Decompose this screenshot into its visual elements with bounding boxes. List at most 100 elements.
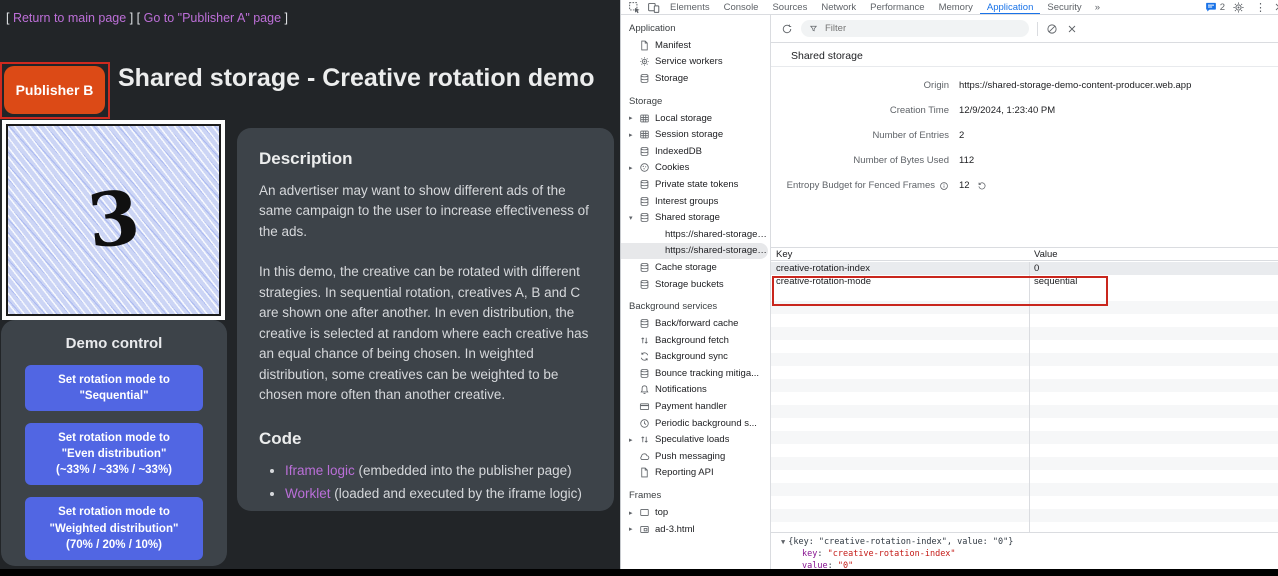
sidebar-item-private-state-tokens[interactable]: Private state tokens <box>621 176 768 193</box>
sidebar-item-interest-groups[interactable]: Interest groups <box>621 193 768 210</box>
reset-budget-icon[interactable] <box>977 181 987 191</box>
chevron-right-icon[interactable]: ▸ <box>629 164 639 172</box>
sidebar-item-label: Interest groups <box>655 196 718 207</box>
set-rotation-weighted-distribution-button[interactable]: Set rotation mode to"Weighted distributi… <box>25 497 203 559</box>
meta-label: Entropy Budget for Fenced Frames <box>779 180 949 191</box>
sidebar-item-top[interactable]: ▸ top <box>621 504 768 521</box>
sidebar-item-storage[interactable]: Storage <box>621 70 768 87</box>
more-tabs-chevron[interactable]: » <box>1089 2 1106 13</box>
sidebar-item-label: Notifications <box>655 384 707 395</box>
clear-all-icon[interactable] <box>1046 23 1058 35</box>
sidebar-item-label: top <box>655 507 668 518</box>
demo-control-panel: Demo control Set rotation mode to"Sequen… <box>1 320 227 566</box>
code-list-item: Worklet (loaded and executed by the ifra… <box>285 484 592 505</box>
meta-row-creation-time: Creation Time12/9/2024, 1:23:40 PM <box>771 98 1278 123</box>
tab-security[interactable]: Security <box>1040 0 1088 15</box>
tab-elements[interactable]: Elements <box>663 0 717 15</box>
bell-icon <box>639 384 650 395</box>
filter-input[interactable] <box>823 22 1021 35</box>
sidebar-item-local-storage[interactable]: ▸Local storage <box>621 110 768 127</box>
tab-network[interactable]: Network <box>814 0 863 15</box>
sidebar-item-shared-storage[interactable]: ▾Shared storage <box>621 209 768 226</box>
publisher-a-link[interactable]: [ Go to "Publisher A" page ] <box>137 11 288 25</box>
sidebar-item-notifications[interactable]: Notifications <box>621 382 768 399</box>
frame-icon <box>639 507 650 518</box>
delete-selected-icon[interactable] <box>1066 23 1078 35</box>
inspect-element-icon[interactable] <box>628 1 641 14</box>
sidebar-item-cookies[interactable]: ▸Cookies <box>621 160 768 177</box>
sidebar-item-https-shared-storage-d[interactable]: https://shared-storage-d... <box>621 226 768 243</box>
info-icon[interactable] <box>939 181 949 191</box>
sidebar-item-background-sync[interactable]: Background sync <box>621 349 768 366</box>
return-main-link[interactable]: [ Return to main page ] <box>6 11 133 25</box>
sidebar-item-label: https://shared-storage-d... <box>665 245 768 256</box>
tab-performance[interactable]: Performance <box>863 0 931 15</box>
sidebar-item-indexeddb[interactable]: IndexedDB <box>621 143 768 160</box>
sidebar-item-reporting-api[interactable]: Reporting API <box>621 465 768 482</box>
sidebar-item-push-messaging[interactable]: Push messaging <box>621 448 768 465</box>
database-icon <box>639 212 650 223</box>
table-row-creative-rotation-index[interactable]: creative-rotation-index0 <box>771 262 1278 275</box>
sidebar-item-payment-handler[interactable]: Payment handler <box>621 398 768 415</box>
cloud-icon <box>639 451 650 462</box>
sidebar-item-back-forward-cache[interactable]: Back/forward cache <box>621 315 768 332</box>
chevron-right-icon[interactable]: ▸ <box>629 509 639 517</box>
preview-entry-key: key: "creative-rotation-index" <box>781 548 1278 560</box>
issues-button[interactable]: 2 <box>1205 1 1225 13</box>
chevron-down-icon[interactable]: ▾ <box>629 214 639 222</box>
chevron-right-icon[interactable]: ▸ <box>629 131 639 139</box>
device-toolbar-icon[interactable] <box>647 1 660 14</box>
preview-summary-line[interactable]: ▼{key: "creative-rotation-index", value:… <box>781 536 1278 548</box>
sidebar-section-frames: Frames <box>621 487 770 504</box>
page-title: Shared storage - Creative rotation demo <box>118 64 595 93</box>
database-icon <box>639 196 650 207</box>
sidebar-item-ad-3-html[interactable]: ▸ad-3.html <box>621 521 768 538</box>
iframe-logic-link[interactable]: Iframe logic <box>285 463 355 478</box>
creative-number: 3 <box>84 181 143 260</box>
sidebar-item-session-storage[interactable]: ▸Session storage <box>621 126 768 143</box>
table-icon <box>639 113 650 124</box>
database-icon <box>639 179 650 190</box>
clock-icon <box>639 418 650 429</box>
chevron-right-icon[interactable]: ▸ <box>629 525 639 533</box>
kebab-menu-icon[interactable]: ⋮ <box>1252 1 1269 14</box>
sidebar-item-bounce-tracking-mitiga[interactable]: Bounce tracking mitiga... <box>621 365 768 382</box>
description-paragraph: In this demo, the creative can be rotate… <box>259 262 592 406</box>
chevron-down-icon[interactable]: ▼ <box>781 538 785 546</box>
sync-icon <box>639 351 650 362</box>
sidebar-item-speculative-loads[interactable]: ▸Speculative loads <box>621 431 768 448</box>
table-icon <box>639 129 650 140</box>
worklet-link[interactable]: Worklet <box>285 486 331 501</box>
tab-memory[interactable]: Memory <box>932 0 980 15</box>
sidebar-item-label: Back/forward cache <box>655 318 738 329</box>
set-rotation-even-distribution-button[interactable]: Set rotation mode to"Even distribution"(… <box>25 423 203 485</box>
tab-sources[interactable]: Sources <box>765 0 814 15</box>
sidebar-item-https-shared-storage-d[interactable]: https://shared-storage-d... <box>621 243 768 260</box>
sidebar-item-periodic-background-s[interactable]: Periodic background s... <box>621 415 768 432</box>
column-value-header[interactable]: Value <box>1029 249 1278 260</box>
database-icon <box>639 262 650 273</box>
table-row-creative-rotation-mode[interactable]: creative-rotation-modesequential <box>771 275 1278 288</box>
sidebar-item-service-workers[interactable]: Service workers <box>621 54 768 71</box>
publisher-b-button[interactable]: Publisher B <box>4 66 105 114</box>
sidebar-item-cache-storage[interactable]: Cache storage <box>621 259 768 276</box>
sidebar-item-storage-buckets[interactable]: Storage buckets <box>621 276 768 293</box>
column-key-header[interactable]: Key <box>771 249 1029 260</box>
set-rotation-sequential-button[interactable]: Set rotation mode to"Sequential" <box>25 365 203 411</box>
close-devtools-icon[interactable] <box>1273 1 1278 13</box>
sidebar-item-label: Bounce tracking mitiga... <box>655 368 759 379</box>
meta-value: 112 <box>959 155 1278 166</box>
refresh-icon[interactable] <box>781 23 793 35</box>
sidebar-item-background-fetch[interactable]: Background fetch <box>621 332 768 349</box>
settings-gear-icon[interactable] <box>1232 1 1245 14</box>
chevron-right-icon[interactable]: ▸ <box>629 114 639 122</box>
description-heading: Description <box>259 146 592 172</box>
sidebar-item-manifest[interactable]: Manifest <box>621 37 768 54</box>
chevron-right-icon[interactable]: ▸ <box>629 436 639 444</box>
filter-box[interactable] <box>801 20 1029 37</box>
meta-value: 12 <box>959 180 1278 191</box>
tab-application[interactable]: Application <box>980 0 1040 15</box>
column-divider <box>1029 262 1030 532</box>
tab-console[interactable]: Console <box>717 0 766 15</box>
sidebar-item-label: Service workers <box>655 56 723 67</box>
